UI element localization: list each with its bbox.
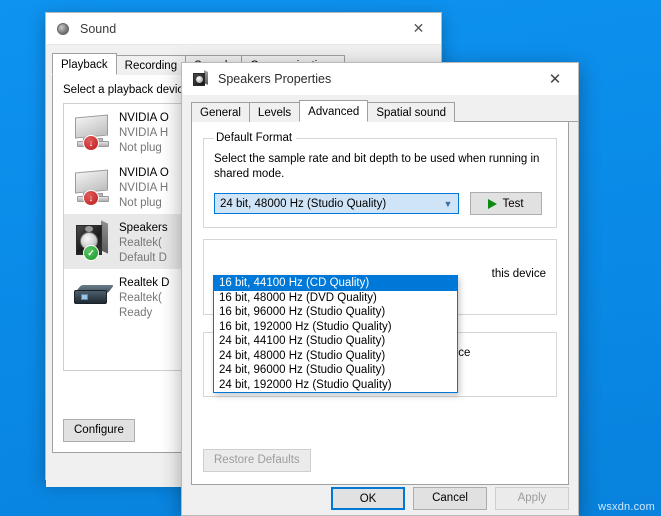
watermark: wsxdn.com <box>598 501 655 513</box>
dropdown-option[interactable]: 16 bit, 192000 Hz (Studio Quality) <box>214 320 457 335</box>
digital-output-icon <box>72 276 112 316</box>
tab-playback[interactable]: Playback <box>52 53 117 75</box>
default-format-row: 24 bit, 48000 Hz (Studio Quality) ▼ Test <box>214 192 546 215</box>
exclusive-mode-visible-text: this device <box>492 268 546 280</box>
default-format-group: Default Format Select the sample rate an… <box>203 132 557 228</box>
apply-button[interactable]: Apply <box>495 487 569 510</box>
monitor-icon: ↓ <box>72 111 112 151</box>
default-device-badge-icon: ✓ <box>83 245 99 261</box>
default-format-legend: Default Format <box>214 132 296 144</box>
tab-levels[interactable]: Levels <box>249 102 300 122</box>
sound-window-title: Sound <box>80 22 116 36</box>
test-button[interactable]: Test <box>470 192 542 215</box>
properties-tabstrip: General Levels Advanced Spatial sound <box>191 99 578 122</box>
dialog-footer: OK Cancel Apply <box>331 487 569 510</box>
tab-recording[interactable]: Recording <box>116 55 186 75</box>
chevron-down-icon[interactable]: ▼ <box>439 194 457 213</box>
sound-window-titlebar: Sound ✕ <box>46 13 441 45</box>
speaker-icon: ✓ <box>72 221 112 261</box>
speaker-properties-icon <box>192 71 209 88</box>
speakers-properties-dialog: Speakers Properties ✕ General Levels Adv… <box>181 62 579 516</box>
dropdown-option[interactable]: 24 bit, 44100 Hz (Studio Quality) <box>214 334 457 349</box>
dropdown-option[interactable]: 24 bit, 192000 Hz (Studio Quality) <box>214 378 457 393</box>
configure-row: Configure <box>63 419 135 442</box>
restore-defaults-button[interactable]: Restore Defaults <box>203 449 311 472</box>
dropdown-option[interactable]: 16 bit, 44100 Hz (CD Quality) <box>214 276 457 291</box>
sample-rate-selected-value: 24 bit, 48000 Hz (Studio Quality) <box>220 198 386 210</box>
dropdown-option[interactable]: 16 bit, 48000 Hz (DVD Quality) <box>214 291 457 306</box>
play-icon <box>488 199 497 209</box>
cancel-button[interactable]: Cancel <box>413 487 487 510</box>
close-icon[interactable]: ✕ <box>532 63 578 95</box>
dropdown-option[interactable]: 16 bit, 96000 Hz (Studio Quality) <box>214 305 457 320</box>
dropdown-option[interactable]: 24 bit, 96000 Hz (Studio Quality) <box>214 363 457 378</box>
sample-rate-combobox[interactable]: 24 bit, 48000 Hz (Studio Quality) ▼ <box>214 193 459 214</box>
test-button-label: Test <box>502 198 523 210</box>
configure-button[interactable]: Configure <box>63 419 135 442</box>
properties-body: General Levels Advanced Spatial sound De… <box>182 99 578 516</box>
dropdown-option[interactable]: 24 bit, 48000 Hz (Studio Quality) <box>214 349 457 364</box>
properties-titlebar: Speakers Properties ✕ <box>182 63 578 95</box>
close-icon[interactable]: ✕ <box>396 13 441 44</box>
speaker-icon <box>55 21 71 37</box>
unplugged-badge-icon: ↓ <box>83 190 99 206</box>
advanced-panel: Default Format Select the sample rate an… <box>191 122 569 485</box>
sample-rate-dropdown-list[interactable]: 16 bit, 44100 Hz (CD Quality) 16 bit, 48… <box>213 275 458 393</box>
properties-title: Speakers Properties <box>218 72 331 86</box>
monitor-icon: ↓ <box>72 166 112 206</box>
tab-general[interactable]: General <box>191 102 250 122</box>
tab-spatial-sound[interactable]: Spatial sound <box>367 102 455 122</box>
restore-defaults-row: Restore Defaults <box>203 449 311 472</box>
tab-advanced[interactable]: Advanced <box>299 100 368 122</box>
unplugged-badge-icon: ↓ <box>83 135 99 151</box>
ok-button[interactable]: OK <box>331 487 405 510</box>
default-format-description: Select the sample rate and bit depth to … <box>214 152 546 182</box>
